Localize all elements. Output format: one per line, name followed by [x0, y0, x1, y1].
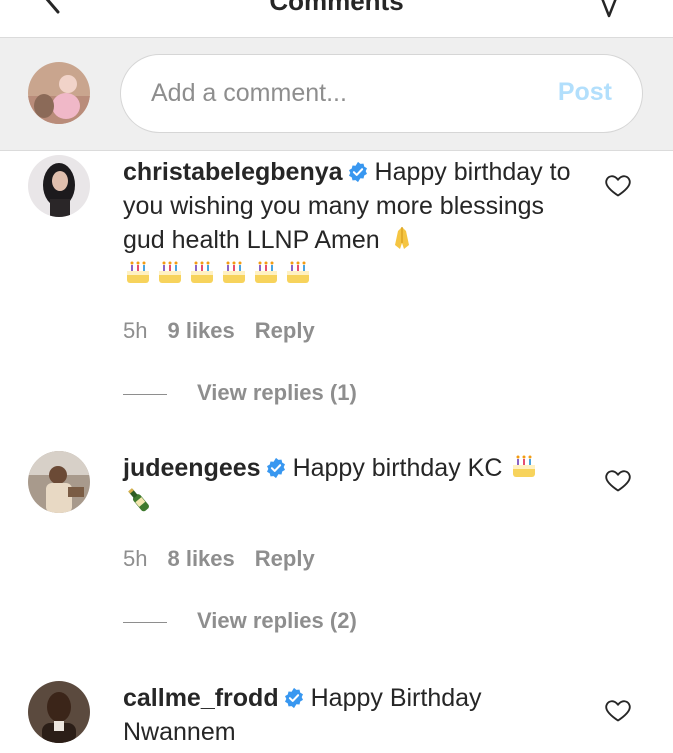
post-button[interactable]: Post: [558, 78, 612, 107]
like-heart-icon[interactable]: [604, 696, 632, 724]
comment-composer: Post: [0, 38, 673, 151]
comment-item: christabelegbenya Happy birthday to you w…: [0, 151, 673, 441]
cake-emoji-icon: [191, 261, 213, 283]
cake-emoji-row: [123, 260, 315, 288]
cake-emoji-icon: [255, 261, 277, 283]
commenter-avatar[interactable]: [28, 451, 90, 513]
comment-meta: 5h 9 likes Reply: [123, 318, 335, 344]
send-icon[interactable]: [594, 0, 624, 20]
verified-badge-icon: [284, 687, 303, 709]
comment-item: judeengees Happy birthday KC 5h 8 likes Rep…: [0, 441, 673, 671]
comment-username[interactable]: christabelegbenya: [123, 158, 343, 186]
comment-item: callme_frodd Happy Birthday Nwannem: [0, 671, 673, 753]
cake-emoji-icon: [287, 261, 309, 283]
comment-body: Happy birthday: [374, 158, 543, 186]
cake-emoji-icon: [127, 261, 149, 283]
verified-badge-icon: [348, 161, 367, 183]
commenter-avatar[interactable]: [28, 681, 90, 743]
current-user-avatar: [28, 62, 90, 124]
view-replies-label: View replies (1): [197, 380, 357, 405]
pray-emoji-icon: [394, 227, 409, 249]
comment-text: christabelegbenya Happy birthday to you w…: [123, 155, 573, 291]
cake-emoji-icon: [513, 455, 536, 477]
comment-text: callme_frodd Happy Birthday Nwannem: [123, 681, 573, 749]
comment-body: Happy birthday KC: [292, 454, 503, 482]
cake-emoji-icon: [159, 261, 181, 283]
reply-button[interactable]: Reply: [255, 546, 315, 571]
like-heart-icon[interactable]: [604, 171, 632, 199]
comment-meta: 5h 8 likes Reply: [123, 546, 335, 572]
comment-likes[interactable]: 9 likes: [167, 318, 234, 343]
replies-divider-line: [123, 621, 167, 623]
view-replies-button[interactable]: View replies (2): [123, 608, 357, 634]
comment-time: 5h: [123, 318, 148, 343]
view-replies-label: View replies (2): [197, 608, 357, 633]
commenter-avatar[interactable]: [28, 155, 90, 217]
comment-text: judeengees Happy birthday KC: [123, 451, 573, 519]
champagne-emoji-icon: [128, 488, 149, 512]
view-replies-button[interactable]: View replies (1): [123, 380, 357, 406]
comment-input-wrapper: Post: [120, 54, 643, 133]
comment-username[interactable]: judeengees: [123, 454, 261, 482]
reply-button[interactable]: Reply: [255, 318, 315, 343]
comment-likes[interactable]: 8 likes: [167, 546, 234, 571]
like-heart-icon[interactable]: [604, 466, 632, 494]
comment-body-continued: Nwannem: [123, 718, 236, 746]
comment-input[interactable]: [151, 55, 531, 132]
header-bar: Comments: [0, 0, 673, 38]
page-title: Comments: [269, 0, 404, 16]
replies-divider-line: [123, 393, 167, 395]
verified-badge-icon: [266, 457, 285, 479]
comment-time: 5h: [123, 546, 148, 571]
comment-body: Happy Birthday: [310, 684, 482, 712]
cake-emoji-icon: [223, 261, 245, 283]
comment-username[interactable]: callme_frodd: [123, 684, 279, 712]
